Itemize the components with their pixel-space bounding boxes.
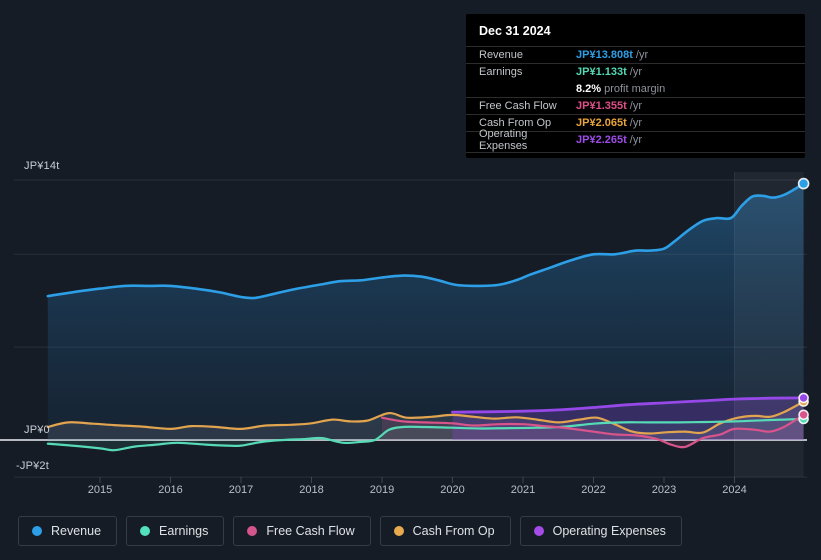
legend-item-operating-expenses[interactable]: Operating Expenses <box>519 516 682 546</box>
tooltip-value: JP¥13.808t <box>576 49 633 61</box>
tooltip-row-operating-expenses: Operating Expenses JP¥2.265t /yr <box>466 128 805 152</box>
x-axis-label-2023: 2023 <box>651 484 677 496</box>
legend-label: Free Cash Flow <box>266 524 355 538</box>
y-axis-label-neg2t: -JP¥2t <box>16 460 49 472</box>
tooltip-label: Operating Expenses <box>479 128 528 152</box>
tooltip-suffix: /yr <box>635 49 649 61</box>
tooltip-value: JP¥2.065t <box>576 117 627 129</box>
tooltip-row-free-cash-flow: Free Cash Flow JP¥1.355t /yr <box>466 97 805 114</box>
legend-item-free-cash-flow[interactable]: Free Cash Flow <box>233 516 371 546</box>
tooltip-label: Earnings <box>479 66 523 78</box>
chart-legend: Revenue Earnings Free Cash Flow Cash From O… <box>18 516 682 546</box>
tooltip-label: Free Cash Flow <box>479 100 557 112</box>
profit-margin-value: 8.2% <box>576 82 602 95</box>
tooltip-value: JP¥1.355t <box>576 100 627 112</box>
x-axis-label-2022: 2022 <box>581 484 606 496</box>
x-axis: 2015 2016 2017 2018 2019 2020 2021 2022 2023 2024 <box>0 484 821 498</box>
tooltip-suffix: /yr <box>629 117 642 129</box>
free_cash_flow-endpoint-marker <box>798 409 809 421</box>
x-axis-label-2015: 2015 <box>87 484 113 496</box>
y-axis-label-14t: JP¥14t <box>24 160 60 172</box>
legend-dot-icon <box>140 526 151 536</box>
x-axis-label-2020: 2020 <box>440 484 465 496</box>
profit-margin-label: profit margin <box>604 82 666 95</box>
x-axis-label-2018: 2018 <box>299 484 324 496</box>
tooltip-row-revenue: Revenue JP¥13.808t /yr <box>466 46 805 63</box>
tooltip-value: JP¥1.133t <box>576 66 627 78</box>
tooltip-date: Dec 31 2024 <box>479 24 551 38</box>
legend-label: Revenue <box>51 524 102 538</box>
tooltip-value: JP¥2.265t <box>576 134 627 146</box>
tooltip-suffix: /yr <box>629 100 642 112</box>
legend-label: Cash From Op <box>412 524 495 538</box>
y-axis-label-0: JP¥0 <box>24 424 50 436</box>
legend-item-cash-from-op[interactable]: Cash From Op <box>379 516 511 546</box>
legend-dot-icon <box>32 526 42 536</box>
legend-label: Earnings <box>159 524 209 538</box>
legend-label: Operating Expenses <box>552 524 666 538</box>
x-axis-label-2016: 2016 <box>158 484 183 496</box>
chart-tooltip: Dec 31 2024 Revenue JP¥13.808t /yr Earni… <box>466 14 805 158</box>
tooltip-label: Revenue <box>479 49 524 61</box>
legend-dot-icon <box>247 526 258 536</box>
tooltip-suffix: /yr <box>629 66 642 78</box>
operating_expenses-endpoint-marker <box>798 392 809 404</box>
legend-item-revenue[interactable]: Revenue <box>18 516 118 546</box>
revenue-endpoint-marker <box>797 177 810 190</box>
earnings-revenue-chart-panel: JP¥14t JP¥0 -JP¥2t 2015 2016 2017 2018 2019 2… <box>0 0 821 560</box>
legend-dot-icon <box>533 526 544 536</box>
legend-item-earnings[interactable]: Earnings <box>126 516 225 546</box>
x-axis-label-2021: 2021 <box>510 484 536 496</box>
legend-dot-icon <box>393 526 404 536</box>
tooltip-suffix: /yr <box>629 134 642 146</box>
tooltip-row-earnings: Earnings JP¥1.133t /yr <box>466 63 805 80</box>
x-axis-label-2019: 2019 <box>369 484 395 496</box>
tooltip-row-profit-margin: 8.2% profit margin <box>466 80 805 97</box>
x-axis-label-2024: 2024 <box>722 484 747 496</box>
x-axis-label-2017: 2017 <box>228 484 254 496</box>
